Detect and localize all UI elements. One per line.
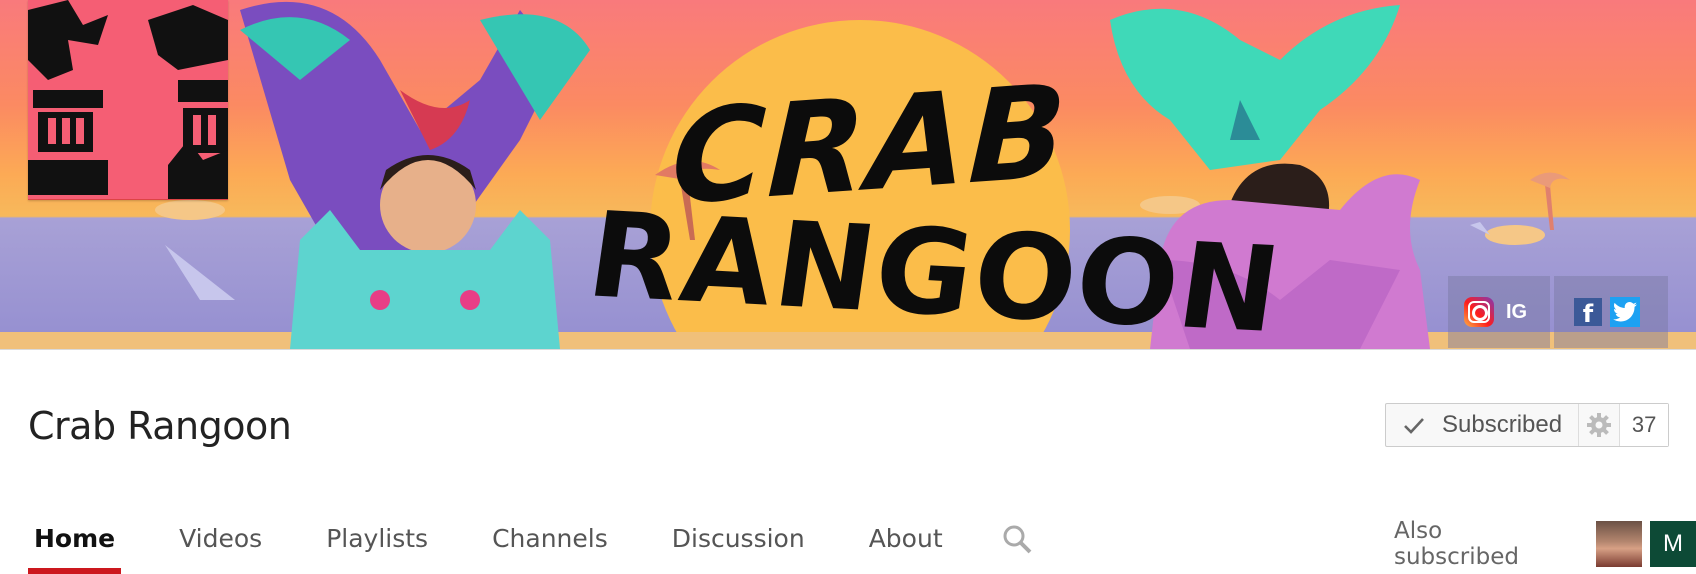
instagram-icon (1464, 297, 1494, 327)
banner-divider (0, 349, 1696, 350)
channel-title: Crab Rangoon (28, 404, 292, 448)
channel-search-button[interactable] (1001, 515, 1033, 560)
subscribe-group: Subscribed 37 (1385, 403, 1670, 447)
tab-playlists[interactable]: Playlists (320, 515, 434, 574)
also-subscribed: Also subscribed M (1394, 518, 1696, 570)
subscriber-avatar-m[interactable]: M (1650, 521, 1696, 567)
tab-videos[interactable]: Videos (173, 515, 268, 574)
twitter-bird-glyph (1613, 302, 1637, 322)
social-links: f (1554, 276, 1668, 348)
tab-about[interactable]: About (863, 515, 949, 574)
subscriber-count: 37 (1620, 404, 1669, 446)
channel-tabs: Home Videos Playlists Channels Discussio… (28, 515, 1033, 574)
subscriber-avatar-photo[interactable] (1596, 521, 1643, 567)
totem-logo-icon (28, 0, 228, 199)
instagram-link-label: IG (1506, 300, 1528, 323)
channel-banner: CRAB RANGOON IG f (0, 0, 1696, 349)
logo-line-2: RANGOON (586, 184, 1285, 349)
search-icon (1003, 525, 1032, 554)
tab-discussion[interactable]: Discussion (666, 515, 811, 574)
subscribed-label: Subscribed (1442, 411, 1563, 438)
gear-icon (1587, 413, 1612, 437)
facebook-icon[interactable]: f (1574, 298, 1602, 328)
tab-channels[interactable]: Channels (486, 515, 614, 574)
subscribed-button[interactable]: Subscribed (1386, 404, 1580, 446)
banner-logo-text: CRAB RANGOON (587, 57, 1285, 349)
twitter-icon[interactable] (1610, 297, 1640, 327)
also-subscribed-label: Also subscribed (1394, 518, 1519, 570)
checkmark-icon (1404, 418, 1424, 434)
tab-home[interactable]: Home (28, 515, 122, 574)
subscription-settings-button[interactable] (1579, 404, 1621, 446)
channel-avatar[interactable] (28, 0, 228, 200)
instagram-link[interactable]: IG (1448, 276, 1550, 348)
